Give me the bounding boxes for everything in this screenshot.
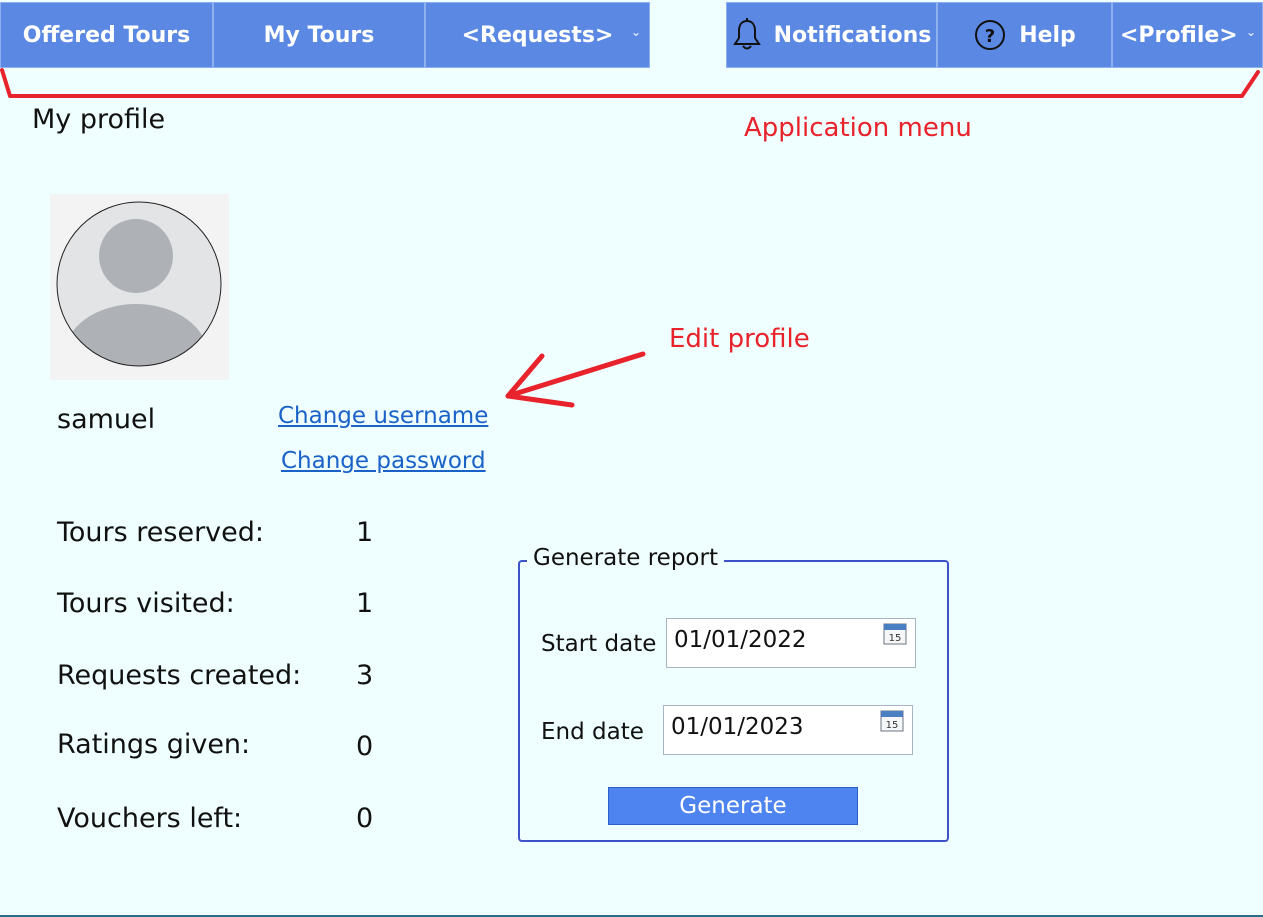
edit-profile-arrow (505, 351, 646, 408)
generate-report-legend: Generate report (527, 545, 724, 571)
end-date-value: 01/01/2023 (671, 714, 804, 740)
stat-value-tours-reserved: 1 (356, 517, 374, 548)
stat-label-ratings-given: Ratings given: (57, 729, 251, 760)
change-password-link[interactable]: Change password (281, 448, 486, 474)
calendar-icon[interactable]: 15 (880, 710, 904, 738)
end-date-label: End date (541, 719, 644, 745)
start-date-label: Start date (541, 631, 657, 657)
stat-value-requests-created: 3 (356, 660, 374, 691)
stat-label-tours-reserved: Tours reserved: (57, 517, 265, 548)
avatar-placeholder (56, 201, 222, 367)
stat-value-vouchers-left: 0 (356, 803, 374, 834)
calendar-day: 15 (886, 720, 899, 731)
edit-profile-annotation: Edit profile (669, 324, 810, 354)
change-username-link[interactable]: Change username (278, 403, 488, 429)
stat-label-requests-created: Requests created: (57, 660, 302, 691)
stat-label-vouchers-left: Vouchers left: (57, 803, 243, 834)
start-date-value: 01/01/2022 (674, 627, 807, 653)
generate-button-label: Generate (679, 793, 787, 819)
profile-username: samuel (57, 404, 156, 435)
stat-value-ratings-given: 0 (356, 731, 374, 762)
calendar-icon[interactable]: 15 (883, 623, 907, 651)
page-title: My profile (32, 104, 166, 135)
application-menu-annotation: Application menu (744, 113, 972, 143)
start-date-picker[interactable]: 01/01/2022 15 (666, 618, 916, 668)
end-date-picker[interactable]: 01/01/2023 15 (663, 705, 913, 755)
stat-value-tours-visited: 1 (356, 588, 374, 619)
stat-label-tours-visited: Tours visited: (57, 588, 235, 619)
menu-annotation-bracket (0, 68, 1260, 98)
avatar (50, 194, 229, 380)
generate-button[interactable]: Generate (608, 787, 858, 825)
calendar-day: 15 (889, 633, 902, 644)
